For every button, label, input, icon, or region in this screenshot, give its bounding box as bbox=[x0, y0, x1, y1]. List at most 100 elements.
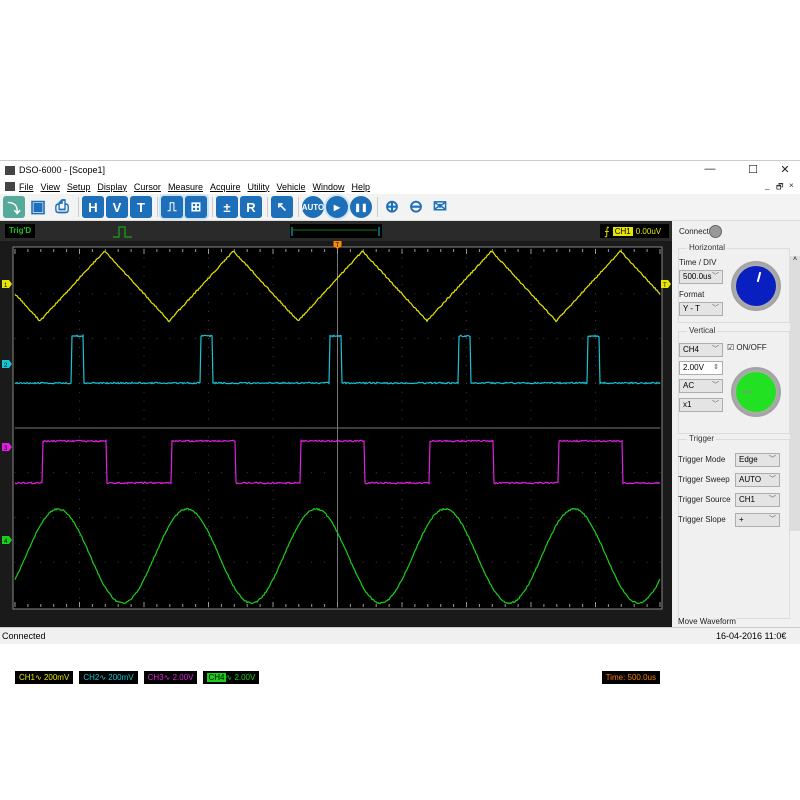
math-button[interactable]: ± bbox=[216, 196, 238, 218]
coupling-icon: ∿ bbox=[164, 673, 171, 682]
open-icon[interactable]: ⤵ bbox=[3, 196, 25, 218]
app-icon bbox=[5, 166, 15, 175]
minimize-button[interactable]: — bbox=[700, 163, 720, 175]
run-button[interactable]: ▶ bbox=[326, 196, 348, 218]
save-icon[interactable]: ▣ bbox=[27, 196, 49, 218]
trigger-row-value: + bbox=[739, 515, 744, 524]
panel-scrollbar[interactable]: ˄ bbox=[790, 256, 800, 531]
channel-name: CH2 bbox=[83, 673, 99, 682]
time-base-label: Time: 500.0us bbox=[602, 671, 660, 684]
toolbar-separator bbox=[267, 197, 268, 217]
trigger-row-label: Trigger Slope bbox=[678, 515, 726, 524]
coupling-icon: ∿ bbox=[35, 673, 42, 682]
menu-bar: File View Setup Display Cursor Measure Acquire… bbox=[0, 179, 800, 194]
menu-setup[interactable]: Setup bbox=[67, 182, 91, 192]
close-button[interactable]: ✕ bbox=[775, 163, 795, 176]
mdi-restore-button[interactable]: 🗗 bbox=[776, 181, 784, 195]
channel-scale: 200mV bbox=[44, 673, 69, 682]
channel-labels: CH1∿ 200mV CH2∿ 200mV CH3∿ 2.00V CH4∿ 2.00V… bbox=[15, 669, 660, 685]
coupling-icon: ∿ bbox=[226, 673, 233, 682]
trigger-row-select[interactable]: Edge ﹀ bbox=[735, 453, 780, 467]
cursor-button[interactable]: ↖ bbox=[271, 196, 293, 218]
zoom-out-icon[interactable]: ⊖ bbox=[405, 196, 427, 218]
mdi-minimize-button[interactable]: _ bbox=[765, 181, 769, 190]
toolbar-separator bbox=[157, 197, 158, 217]
mdi-close-button[interactable]: × bbox=[789, 181, 794, 190]
title-bar: DSO-6000 - [Scope1] — ☐ ✕ bbox=[0, 161, 800, 179]
trigger-level-label: T bbox=[663, 283, 667, 289]
maximize-button[interactable]: ☐ bbox=[743, 163, 763, 176]
pause-button[interactable]: ❚❚ bbox=[350, 196, 372, 218]
waveform-grid[interactable]: 1234TT bbox=[0, 241, 672, 669]
document-icon bbox=[5, 182, 15, 191]
vertical-button[interactable]: V bbox=[106, 196, 128, 218]
coupling-select[interactable]: AC ﹀ bbox=[679, 379, 723, 393]
probe-value: x1 bbox=[683, 400, 691, 409]
menu-help[interactable]: Help bbox=[352, 182, 371, 192]
trigger-button[interactable]: T bbox=[130, 196, 152, 218]
format-select[interactable]: Y - T ﹀ bbox=[679, 302, 723, 316]
toolbar-separator bbox=[78, 197, 79, 217]
trigger-channel: CH1 bbox=[613, 227, 633, 236]
ch1-label[interactable]: CH1∿ 200mV bbox=[15, 671, 73, 684]
pulse-icon bbox=[112, 225, 134, 239]
auto-button[interactable]: AUTO bbox=[302, 196, 324, 218]
menu-view[interactable]: View bbox=[41, 182, 60, 192]
time-div-value: 500.0us bbox=[683, 272, 711, 281]
trigger-row-label: Trigger Source bbox=[678, 495, 731, 504]
trigger-row-value: Edge bbox=[739, 455, 758, 464]
trigger-level: 0.00uV bbox=[636, 227, 661, 236]
trigger-row-select[interactable]: + ﹀ bbox=[735, 513, 780, 527]
trigger-status: Trig'D bbox=[5, 224, 35, 238]
print-icon[interactable]: ⎙ bbox=[51, 196, 73, 218]
channel-scale: 2.00V bbox=[234, 673, 255, 682]
ch4-label[interactable]: CH4∿ 2.00V bbox=[203, 671, 259, 684]
vertical-title: Vertical bbox=[687, 326, 717, 335]
trigger-row-select[interactable]: CH1 ﹀ bbox=[735, 493, 780, 507]
menu-display[interactable]: Display bbox=[97, 182, 127, 192]
coupling-value: AC bbox=[683, 381, 694, 390]
time-div-select[interactable]: 500.0us ﹀ bbox=[679, 270, 723, 284]
time-div-label: Time / DIV bbox=[679, 258, 716, 267]
menu-cursor[interactable]: Cursor bbox=[134, 182, 161, 192]
capture-icon[interactable]: ✉ bbox=[429, 196, 451, 218]
onoff-checkbox[interactable]: ☑ ON/OFF bbox=[727, 343, 767, 352]
menu-acquire[interactable]: Acquire bbox=[210, 182, 241, 192]
edge-rising-icon: ⨍ bbox=[604, 225, 610, 238]
horizontal-title: Horizontal bbox=[687, 243, 727, 252]
connection-indicator bbox=[709, 225, 722, 238]
volts-spinbox[interactable]: 2.00V ⇕ bbox=[679, 361, 723, 375]
menu-file[interactable]: File bbox=[19, 182, 34, 192]
trigger-row-label: Trigger Mode bbox=[678, 455, 725, 464]
toolbar-separator bbox=[212, 197, 213, 217]
status-bar: Connected 16-04-2016 11:0€ bbox=[0, 627, 800, 644]
reference-button[interactable]: R bbox=[240, 196, 262, 218]
toolbar-separator bbox=[298, 197, 299, 217]
connection-status: Connected bbox=[2, 631, 46, 641]
scope-display: Trig'D ⨍ CH1 0.00uV 1234TT CH1∿ 200mV CH2… bbox=[0, 221, 672, 627]
waveform-overview[interactable] bbox=[290, 224, 382, 238]
volts-value: 2.00V bbox=[683, 363, 704, 372]
channel-name: CH4 bbox=[207, 673, 225, 682]
probe-select[interactable]: x1 ﹀ bbox=[679, 398, 723, 412]
horizontal-button[interactable]: H bbox=[82, 196, 104, 218]
menu-measure[interactable]: Measure bbox=[168, 182, 203, 192]
trigger-group: Trigger Trigger Mode Edge ﹀ Trigger Sweep AU… bbox=[678, 439, 790, 619]
vertical-group: Vertical CH4 ﹀ ☑ ON/OFF 2.00V ⇕ AC ﹀ x1 ﹀ bbox=[678, 331, 790, 434]
app-window: DSO-6000 - [Scope1] — ☐ ✕ File View Setup D… bbox=[0, 160, 800, 643]
time-knob[interactable] bbox=[731, 261, 781, 311]
ch3-label[interactable]: CH3∿ 2.00V bbox=[144, 671, 198, 684]
scope-status-bar: Trig'D ⨍ CH1 0.00uV bbox=[0, 221, 672, 241]
move-waveform-label: Move Waveform bbox=[678, 617, 736, 626]
menu-window[interactable]: Window bbox=[313, 182, 345, 192]
channel-wave-button[interactable]: ⎍ bbox=[161, 196, 183, 218]
volts-knob[interactable] bbox=[731, 367, 781, 417]
measure-wave-button[interactable]: ⊞ bbox=[185, 196, 207, 218]
trigger-row-select[interactable]: AUTO ﹀ bbox=[735, 473, 780, 487]
menu-vehicle[interactable]: Vehicle bbox=[276, 182, 305, 192]
trigger-row-label: Trigger Sweep bbox=[678, 475, 730, 484]
zoom-in-icon[interactable]: ⊕ bbox=[381, 196, 403, 218]
menu-utility[interactable]: Utility bbox=[247, 182, 269, 192]
channel-select[interactable]: CH4 ﹀ bbox=[679, 343, 723, 357]
ch2-label[interactable]: CH2∿ 200mV bbox=[79, 671, 137, 684]
